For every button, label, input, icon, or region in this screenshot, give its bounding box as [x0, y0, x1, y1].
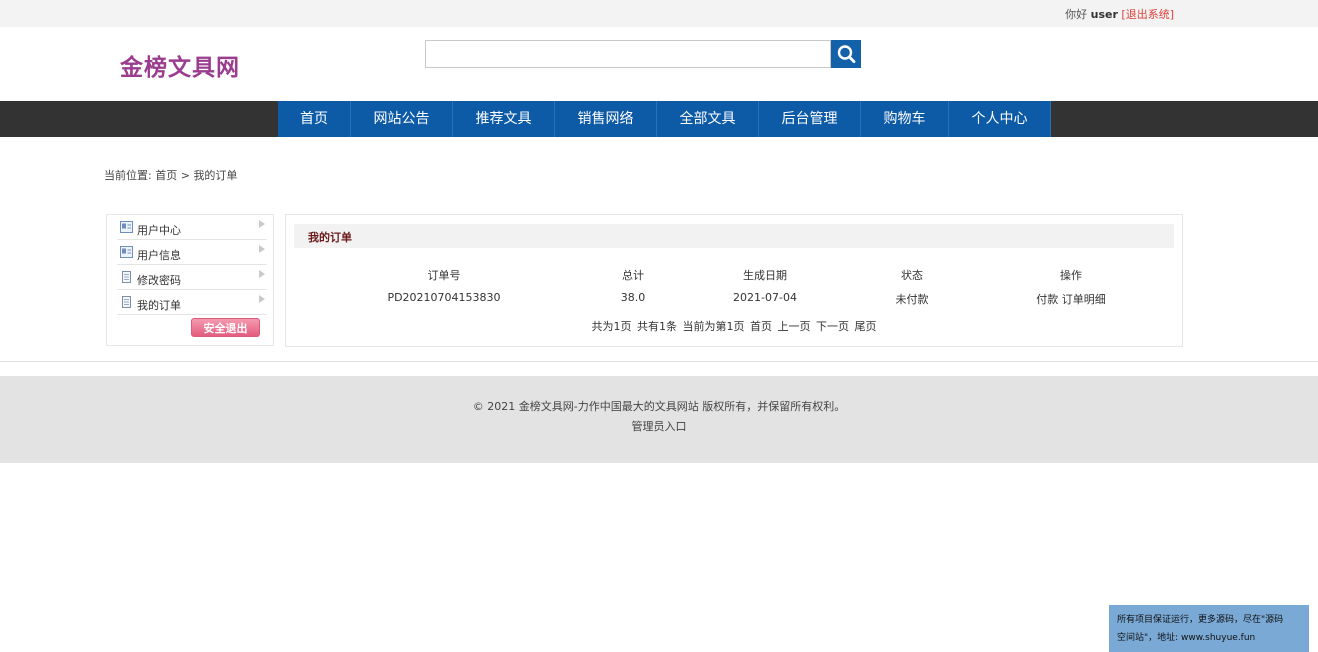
sidebar-item-my-orders[interactable]: 我的订单 — [117, 291, 267, 315]
nav-item-all-products[interactable]: 全部文具 — [657, 101, 759, 137]
search-icon — [837, 45, 856, 64]
nav-item-recommended[interactable]: 推荐文具 — [453, 101, 555, 137]
breadcrumb-separator: > — [180, 169, 190, 182]
id-card-icon — [120, 221, 133, 233]
orders-panel-title: 我的订单 — [308, 231, 352, 244]
id-card-icon — [120, 246, 133, 258]
order-actions: 付款 订单明细 — [1016, 291, 1126, 307]
safe-logout-button[interactable]: 安全退出 — [191, 318, 260, 337]
order-detail-link[interactable]: 订单明细 — [1062, 293, 1106, 306]
sidebar-item-user-info[interactable]: 用户信息 — [117, 241, 267, 265]
orders-panel: 我的订单 订单号 总计 生成日期 状态 操作 PD20210704153830 … — [285, 214, 1183, 347]
nav-item-home[interactable]: 首页 — [278, 101, 351, 137]
search-button[interactable] — [831, 40, 861, 68]
nav-bar: 首页 网站公告 推荐文具 销售网络 全部文具 后台管理 购物车 个人中心 — [0, 101, 1318, 137]
sidebar-item-label: 用户信息 — [137, 249, 181, 262]
admin-entry-link[interactable]: 管理员入口 — [0, 418, 1318, 434]
username: user — [1090, 8, 1118, 21]
column-header-status: 状态 — [901, 269, 923, 282]
sidebar-item-label: 我的订单 — [137, 299, 181, 312]
order-date: 2021-07-04 — [733, 291, 797, 304]
pager-total-pages: 共为1页 — [591, 320, 632, 333]
pay-link[interactable]: 付款 — [1036, 293, 1058, 306]
order-total: 38.0 — [620, 291, 646, 304]
column-header-order-no: 订单号 — [427, 269, 461, 282]
nav-item-profile[interactable]: 个人中心 — [949, 101, 1051, 137]
breadcrumb: 当前位置: 首页 > 我的订单 — [104, 167, 237, 183]
breadcrumb-home[interactable]: 首页 — [155, 169, 177, 182]
chevron-right-icon — [259, 270, 265, 278]
breadcrumb-current: 我的订单 — [193, 169, 238, 182]
search-input[interactable] — [425, 40, 831, 68]
user-greeting: 你好 user [退出系统] — [1065, 6, 1174, 22]
top-bar: 你好 user [退出系统] — [0, 0, 1318, 27]
column-header-date: 生成日期 — [743, 269, 787, 282]
sidebar-item-change-password[interactable]: 修改密码 — [117, 266, 267, 290]
corner-notice-line: 空间站"，地址: www.shuyue.fun — [1117, 633, 1256, 643]
order-status: 未付款 — [895, 293, 929, 306]
chevron-right-icon — [259, 295, 265, 303]
pagination: 共为1页 共有1条 当前为第1页 首页 上一页 下一页 尾页 — [286, 318, 1182, 334]
pager-last-link[interactable]: 尾页 — [855, 320, 877, 333]
pager-current-page: 当前为第1页 — [682, 320, 745, 333]
greeting-text: 你好 — [1065, 8, 1088, 21]
pager-prev-link[interactable]: 上一页 — [778, 320, 811, 333]
pager-next-link[interactable]: 下一页 — [816, 320, 849, 333]
user-sidebar: 用户中心 用户信息 修改密码 我的订单 安全退出 — [106, 214, 274, 346]
document-icon — [122, 296, 131, 308]
copyright-text: © 2021 金榜文具网-力作中国最大的文具网站 版权所有，并保留所有权利。 — [472, 400, 846, 413]
nav-item-cart[interactable]: 购物车 — [861, 101, 949, 137]
footer-divider — [0, 361, 1318, 362]
order-number: PD20210704153830 — [387, 291, 501, 304]
search-bar — [425, 40, 861, 68]
nav-item-announcements[interactable]: 网站公告 — [351, 101, 453, 137]
chevron-right-icon — [259, 220, 265, 228]
site-logo[interactable]: 金榜文具网 — [120, 48, 240, 82]
sidebar-item-user-center[interactable]: 用户中心 — [117, 216, 267, 240]
nav-item-admin[interactable]: 后台管理 — [759, 101, 861, 137]
document-icon — [122, 271, 131, 283]
corner-notice-line: 所有项目保证运行，更多源码，尽在"源码 — [1117, 615, 1284, 625]
nav-item-sales-network[interactable]: 销售网络 — [555, 101, 657, 137]
main-nav: 首页 网站公告 推荐文具 销售网络 全部文具 后台管理 购物车 个人中心 — [278, 101, 1051, 137]
column-header-actions: 操作 — [1060, 269, 1082, 282]
logout-link[interactable]: [退出系统] — [1121, 8, 1174, 21]
corner-notice: 所有项目保证运行，更多源码，尽在"源码 空间站"，地址: www.shuyue.… — [1109, 605, 1309, 652]
pager-total-items: 共有1条 — [637, 320, 677, 333]
breadcrumb-prefix: 当前位置: — [104, 169, 152, 182]
sidebar-item-label: 修改密码 — [137, 274, 181, 287]
chevron-right-icon — [259, 245, 265, 253]
pager-first-link[interactable]: 首页 — [750, 320, 772, 333]
sidebar-item-label: 用户中心 — [137, 224, 181, 237]
footer: © 2021 金榜文具网-力作中国最大的文具网站 版权所有，并保留所有权利。 管… — [0, 376, 1318, 463]
column-header-total: 总计 — [622, 269, 644, 282]
orders-panel-header: 我的订单 — [294, 224, 1174, 248]
